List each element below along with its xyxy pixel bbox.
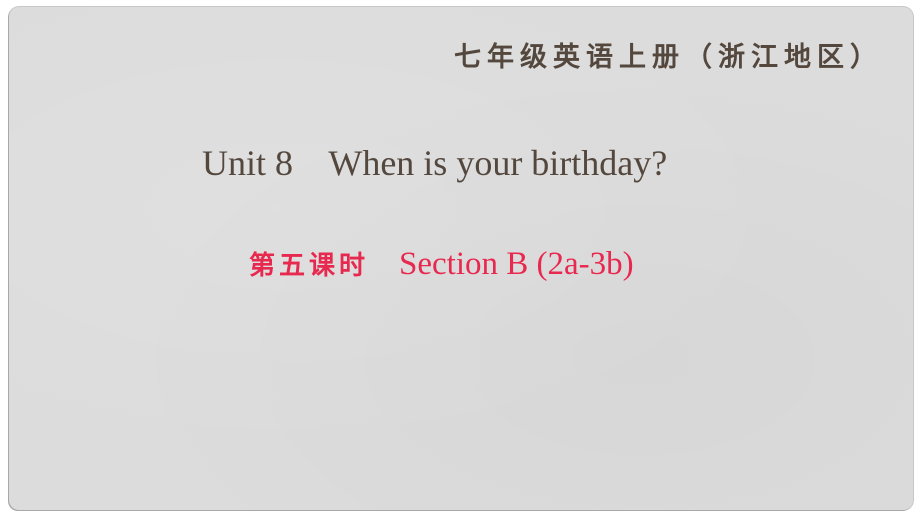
unit-title: Unit 8 When is your birthday? xyxy=(202,143,668,183)
lesson-section-label: Section B (2a-3b) xyxy=(399,246,634,282)
lesson-number-label: 第五课时 xyxy=(249,251,370,281)
lesson-subtitle: 第五课时 Section B (2a-3b) xyxy=(249,245,634,283)
textbook-title: 七年级英语上册（浙江地区） xyxy=(454,42,883,73)
slide-card: 七年级英语上册（浙江地区） Unit 8 When is your birthd… xyxy=(9,7,913,510)
